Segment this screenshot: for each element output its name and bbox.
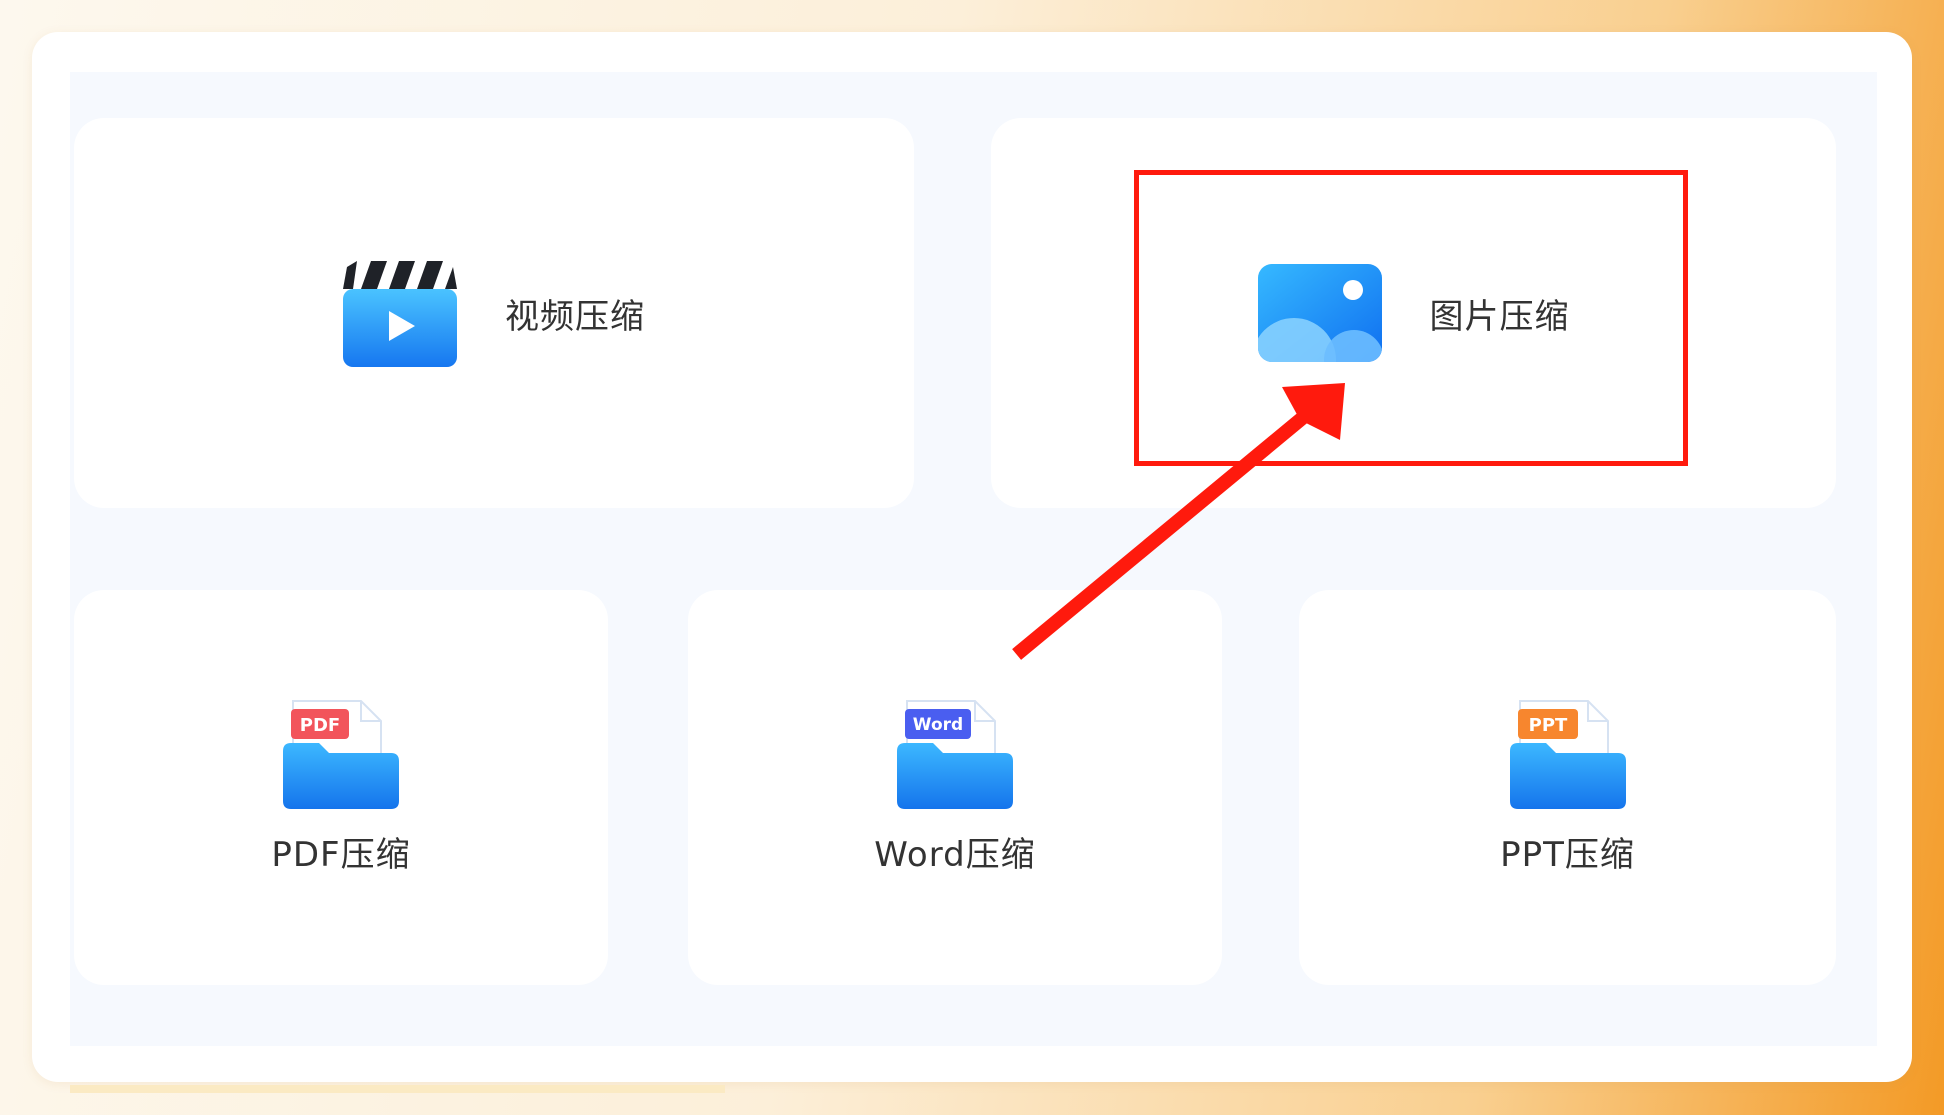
bottom-ribbon: [70, 1085, 725, 1093]
video-clapper-icon: [343, 259, 457, 367]
word-compress-card[interactable]: Word Word压缩: [688, 590, 1222, 985]
image-compress-card[interactable]: 图片压缩: [991, 118, 1836, 508]
pdf-compress-label: PDF压缩: [271, 835, 411, 875]
image-compress-label: 图片压缩: [1429, 296, 1570, 337]
pdf-compress-card[interactable]: PDF PDF压缩: [74, 590, 608, 985]
ppt-compress-label: PPT压缩: [1500, 835, 1635, 875]
image-photo-icon: [1257, 264, 1382, 362]
word-tag-text: Word: [913, 715, 963, 735]
ppt-compress-card[interactable]: PPT PPT压缩: [1299, 590, 1836, 985]
pdf-tag-text: PDF: [300, 715, 340, 736]
pdf-folder-icon: PDF: [283, 700, 399, 809]
video-compress-label: 视频压缩: [505, 296, 645, 337]
word-compress-label: Word压缩: [874, 835, 1036, 875]
word-folder-icon: Word: [897, 700, 1013, 809]
ppt-tag-text: PPT: [1528, 715, 1567, 736]
ppt-folder-icon: PPT: [1509, 700, 1626, 809]
video-compress-card[interactable]: 视频压缩: [74, 118, 914, 508]
